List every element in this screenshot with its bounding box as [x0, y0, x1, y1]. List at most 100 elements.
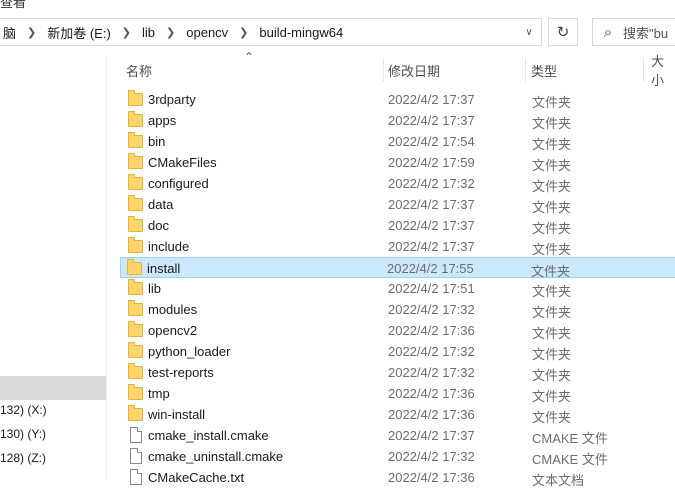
- file-name: win-install: [148, 407, 206, 422]
- nav-selected-item[interactable]: [0, 376, 106, 400]
- folder-row[interactable]: include 2022/4/2 17:37 文件夹: [122, 236, 675, 257]
- file-icon: [130, 469, 142, 485]
- folder-row[interactable]: 3rdparty 2022/4/2 17:37 文件夹: [122, 89, 675, 110]
- folder-icon: [128, 237, 143, 253]
- folder-row[interactable]: opencv2 2022/4/2 17:36 文件夹: [122, 320, 675, 341]
- chevron-down-icon[interactable]: ∨: [517, 19, 541, 45]
- breadcrumb-item[interactable]: lib: [138, 25, 159, 40]
- folder-icon: [128, 195, 143, 211]
- file-date: 2022/4/2 17:54: [388, 134, 475, 149]
- file-date: 2022/4/2 17:32: [388, 302, 475, 317]
- column-header-size[interactable]: 大小: [651, 54, 675, 88]
- folder-row[interactable]: configured 2022/4/2 17:32 文件夹: [122, 173, 675, 194]
- folder-row[interactable]: data 2022/4/2 17:37 文件夹: [122, 194, 675, 215]
- folder-icon: [128, 90, 143, 106]
- file-date: 2022/4/2 17:36: [388, 323, 475, 338]
- file-name: cmake_uninstall.cmake: [148, 449, 284, 464]
- folder-row[interactable]: win-install 2022/4/2 17:36 文件夹: [122, 404, 675, 425]
- navigation-pane: 132) (X:) 130) (Y:) 128) (Z:): [0, 56, 107, 480]
- file-name: doc: [148, 218, 169, 233]
- address-bar[interactable]: 脑 ❯ 新加卷 (E:) ❯ lib ❯ opencv ❯ build-ming…: [0, 18, 542, 46]
- file-type: 文件夹: [532, 95, 572, 110]
- nav-drive-z[interactable]: 128) (Z:): [0, 451, 46, 465]
- file-type: 文件夹: [532, 158, 572, 173]
- file-name: configured: [148, 176, 209, 191]
- file-type: 文件夹: [532, 200, 572, 215]
- file-type: 文件夹: [532, 389, 572, 404]
- folder-icon: [128, 279, 143, 295]
- file-date: 2022/4/2 17:37: [388, 92, 475, 107]
- chevron-right-icon[interactable]: ❯: [232, 26, 255, 39]
- file-date: 2022/4/2 17:59: [388, 155, 475, 170]
- folder-icon: [128, 153, 143, 169]
- file-date: 2022/4/2 17:32: [388, 365, 475, 380]
- folder-row[interactable]: tmp 2022/4/2 17:36 文件夹: [122, 383, 675, 404]
- file-type: 文件夹: [532, 116, 572, 131]
- folder-row[interactable]: apps 2022/4/2 17:37 文件夹: [122, 110, 675, 131]
- breadcrumb-item[interactable]: opencv: [182, 25, 232, 40]
- folder-row[interactable]: modules 2022/4/2 17:32 文件夹: [122, 299, 675, 320]
- file-date: 2022/4/2 17:32: [388, 344, 475, 359]
- folder-icon: [128, 300, 143, 316]
- folder-icon: [128, 405, 143, 421]
- breadcrumb-item[interactable]: build-mingw64: [255, 25, 347, 40]
- file-name: python_loader: [148, 344, 231, 359]
- refresh-icon: ↻: [556, 24, 570, 41]
- breadcrumb-item[interactable]: 脑: [0, 23, 20, 42]
- column-header-name[interactable]: 名称: [126, 58, 152, 82]
- file-type: 文件夹: [532, 368, 572, 383]
- file-icon: [130, 448, 142, 464]
- nav-drive-x[interactable]: 132) (X:): [0, 403, 47, 417]
- file-name: cmake_install.cmake: [148, 428, 269, 443]
- file-name: opencv2: [148, 323, 198, 338]
- breadcrumb-item[interactable]: 新加卷 (E:): [43, 23, 115, 42]
- column-header-date[interactable]: 修改日期: [388, 58, 440, 82]
- file-row[interactable]: CMakeCache.txt 2022/4/2 17:36 文本文档: [122, 467, 675, 488]
- file-type: 文件夹: [532, 221, 572, 236]
- file-type: CMAKE 文件: [532, 452, 608, 467]
- file-row[interactable]: cmake_install.cmake 2022/4/2 17:37 CMAKE 文…: [122, 425, 675, 446]
- file-date: 2022/4/2 17:36: [388, 386, 475, 401]
- chevron-right-icon[interactable]: ❯: [20, 26, 43, 39]
- file-date: 2022/4/2 17:37: [388, 239, 475, 254]
- file-row[interactable]: cmake_uninstall.cmake 2022/4/2 17:32 CMAKE…: [122, 446, 675, 467]
- column-divider[interactable]: [383, 58, 384, 82]
- nav-drive-y[interactable]: 130) (Y:): [0, 427, 46, 441]
- folder-row[interactable]: python_loader 2022/4/2 17:32 文件夹: [122, 341, 675, 362]
- file-date: 2022/4/2 17:32: [388, 449, 475, 464]
- file-type: 文件夹: [532, 326, 572, 341]
- folder-icon: [128, 111, 143, 127]
- folder-icon: [128, 363, 143, 379]
- file-type: 文件夹: [532, 284, 572, 299]
- folder-row[interactable]: install 2022/4/2 17:55 文件夹: [120, 257, 675, 279]
- chevron-right-icon[interactable]: ❯: [159, 26, 182, 39]
- column-divider[interactable]: [643, 58, 644, 82]
- file-date: 2022/4/2 17:37: [388, 428, 475, 443]
- search-icon: ⌕: [603, 23, 613, 41]
- folder-row[interactable]: doc 2022/4/2 17:37 文件夹: [122, 215, 675, 236]
- file-type: 文件夹: [532, 179, 572, 194]
- file-name: tmp: [148, 386, 170, 401]
- file-date: 2022/4/2 17:37: [388, 197, 475, 212]
- refresh-button[interactable]: ↻: [548, 18, 578, 46]
- column-header-type[interactable]: 类型: [531, 58, 557, 82]
- file-date: 2022/4/2 17:37: [388, 218, 475, 233]
- chevron-right-icon[interactable]: ❯: [115, 26, 138, 39]
- file-date: 2022/4/2 17:55: [387, 261, 474, 276]
- sort-ascending-icon: ⌃: [244, 50, 255, 64]
- file-name: data: [148, 197, 174, 212]
- folder-row[interactable]: lib 2022/4/2 17:51 文件夹: [122, 278, 675, 299]
- file-name: 3rdparty: [148, 92, 196, 107]
- folder-row[interactable]: bin 2022/4/2 17:54 文件夹: [122, 131, 675, 152]
- file-type: 文件夹: [532, 347, 572, 362]
- folder-icon: [128, 132, 143, 148]
- file-name: install: [147, 261, 181, 276]
- file-date: 2022/4/2 17:36: [388, 407, 475, 422]
- folder-row[interactable]: test-reports 2022/4/2 17:32 文件夹: [122, 362, 675, 383]
- search-input[interactable]: ⌕ 搜索"bu: [592, 18, 675, 46]
- folder-icon: [128, 384, 143, 400]
- folder-row[interactable]: CMakeFiles 2022/4/2 17:59 文件夹: [122, 152, 675, 173]
- file-name: include: [148, 239, 190, 254]
- file-name: CMakeCache.txt: [148, 470, 245, 485]
- column-divider[interactable]: [525, 58, 526, 82]
